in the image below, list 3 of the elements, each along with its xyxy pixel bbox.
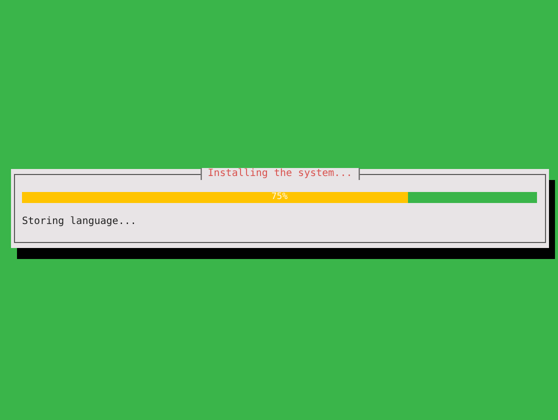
progress-percent: 75%	[270, 192, 289, 203]
status-text: Storing language...	[22, 216, 138, 227]
dialog-title: Installing the system...	[200, 168, 360, 180]
